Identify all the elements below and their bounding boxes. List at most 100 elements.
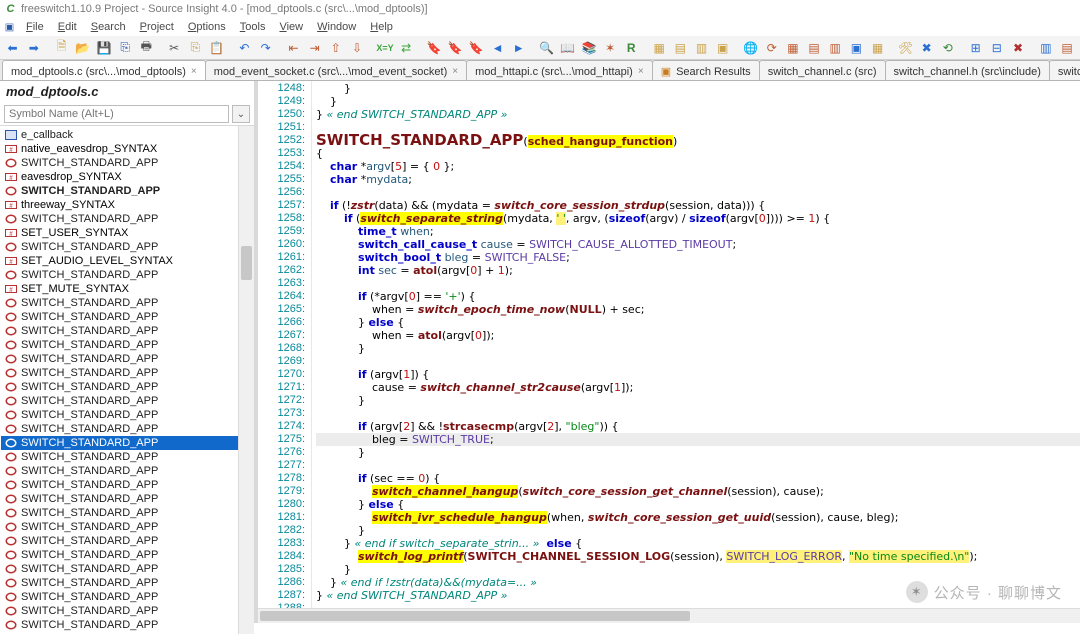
editor-h-scrollbar[interactable] (258, 608, 1080, 623)
menu-options[interactable]: Options (181, 20, 233, 34)
code-line[interactable]: if (!zstr(data) && (mydata = switch_core… (316, 199, 1080, 212)
menu-file[interactable]: File (19, 20, 51, 34)
symbol-list-item[interactable]: #SET_USER_SYNTAX (1, 226, 254, 240)
next-diff-button[interactable]: ► (509, 38, 528, 58)
code-content[interactable]: } } } « end SWITCH_STANDARD_APP » SWITCH_… (312, 81, 1080, 623)
code-line[interactable]: switch_ivr_schedule_hangup(when, switch_… (316, 511, 1080, 524)
browse-button[interactable]: 📚 (579, 38, 598, 58)
menu-search[interactable]: Search (84, 20, 133, 34)
sync-button[interactable]: ⟳ (762, 38, 781, 58)
menu-tools[interactable]: Tools (233, 20, 273, 34)
panel-b-button[interactable]: ▤ (671, 38, 690, 58)
symbol-list-item[interactable]: SWITCH_STANDARD_APP (1, 450, 254, 464)
open-book-button[interactable]: 📖 (558, 38, 577, 58)
symbol-list-item[interactable]: SWITCH_STANDARD_APP (1, 604, 254, 618)
compile-button[interactable]: 🛠 (896, 38, 915, 58)
document-tab[interactable]: mod_httapi.c (src\...\mod_httapi)× (466, 60, 653, 80)
panel-c-button[interactable]: ▥ (692, 38, 711, 58)
symbol-list-item[interactable]: #threeway_SYNTAX (1, 198, 254, 212)
symbol-list-item[interactable]: #eavesdrop_SYNTAX (1, 170, 254, 184)
document-tab[interactable]: mod_dptools.c (src\...\mod_dptools)× (2, 60, 206, 80)
menu-edit[interactable]: Edit (51, 20, 84, 34)
symbol-list-item[interactable]: SWITCH_STANDARD_APP (1, 184, 254, 198)
code-line[interactable]: cause = switch_channel_str2cause(argv[1]… (316, 381, 1080, 394)
code-editor[interactable]: 1248:1249:1250:1251:1252:1253:1254:1255:… (258, 81, 1080, 623)
code-line[interactable]: when = atol(argv[0]); (316, 329, 1080, 342)
code-line[interactable]: } (316, 95, 1080, 108)
code-line[interactable]: if (argv[2] && !strcasecmp(argv[2], "ble… (316, 420, 1080, 433)
ext-a-button[interactable]: ▥ (1036, 38, 1055, 58)
symbol-list-item[interactable]: SWITCH_STANDARD_APP (1, 464, 254, 478)
symbol-list-item[interactable]: SWITCH_STANDARD_APP (1, 520, 254, 534)
symbol-list-item[interactable]: SWITCH_STANDARD_APP (1, 506, 254, 520)
code-line[interactable] (316, 407, 1080, 420)
ext-b-button[interactable]: ▤ (1057, 38, 1076, 58)
symbol-list-item[interactable]: SWITCH_STANDARD_APP (1, 310, 254, 324)
symbol-list-item[interactable]: SWITCH_STANDARD_APP (1, 576, 254, 590)
cut-button[interactable]: ✂ (165, 38, 184, 58)
code-line[interactable] (316, 355, 1080, 368)
document-tab[interactable]: mod_event_socket.c (src\...\mod_event_so… (205, 60, 467, 80)
document-tab[interactable]: switch_console.h (src\inclu (1049, 60, 1080, 80)
tile-v-button[interactable]: ⊟ (987, 38, 1006, 58)
undo-button[interactable]: ↶ (235, 38, 254, 58)
document-tab[interactable]: switch_channel.c (src) (759, 60, 886, 80)
menu-project[interactable]: Project (133, 20, 181, 34)
code-line[interactable]: SWITCH_STANDARD_APP(sched_hangup_functio… (316, 134, 1080, 147)
symbol-list-item[interactable]: SWITCH_STANDARD_APP (1, 478, 254, 492)
code-line[interactable]: if (*argv[0] == '+') { (316, 290, 1080, 303)
toggle-ref-button[interactable]: ⇄ (397, 38, 416, 58)
code-line[interactable]: char *mydata; (316, 173, 1080, 186)
code-line[interactable]: if (switch_separate_string(mydata, ' ', … (316, 212, 1080, 225)
menu-help[interactable]: Help (363, 20, 400, 34)
code-line[interactable]: } (316, 82, 1080, 95)
symbol-list-item[interactable]: SWITCH_STANDARD_APP (1, 408, 254, 422)
proj-c-button[interactable]: ▥ (826, 38, 845, 58)
code-line[interactable]: } « end if !zstr(data)&&(mydata=... » (316, 576, 1080, 589)
reparse-button[interactable]: ⟲ (938, 38, 957, 58)
symbol-list-item[interactable]: #SET_MUTE_SYNTAX (1, 282, 254, 296)
nav-back-button[interactable]: ⬅ (3, 38, 22, 58)
symbol-list-item[interactable]: SWITCH_STANDARD_APP (1, 422, 254, 436)
symbol-list-item[interactable]: SWITCH_STANDARD_APP (1, 240, 254, 254)
code-line[interactable]: } (316, 563, 1080, 576)
symbol-list-item[interactable]: SWITCH_STANDARD_APP (1, 590, 254, 604)
bookmark-a-button[interactable]: 🔖 (425, 38, 444, 58)
symbol-list-item[interactable]: SWITCH_STANDARD_APP (1, 296, 254, 310)
code-line[interactable]: } else { (316, 316, 1080, 329)
code-line[interactable]: } « end if switch_separate_strin... » el… (316, 537, 1080, 550)
symbol-search-input[interactable] (4, 105, 229, 123)
symbol-list[interactable]: e_callback#native_eavesdrop_SYNTAXSWITCH… (0, 126, 254, 634)
code-line[interactable]: time_t when; (316, 225, 1080, 238)
save-all-button[interactable]: ⎘ (116, 38, 135, 58)
symbol-list-item[interactable]: SWITCH_STANDARD_APP (1, 212, 254, 226)
code-line[interactable]: } (316, 446, 1080, 459)
prev-diff-button[interactable]: ◄ (488, 38, 507, 58)
symbol-list-item[interactable]: SWITCH_STANDARD_APP (1, 394, 254, 408)
menu-window[interactable]: Window (310, 20, 363, 34)
document-tab[interactable]: ▣Search Results (652, 60, 760, 80)
panel-a-button[interactable]: ▦ (650, 38, 669, 58)
symbol-list-item[interactable]: SWITCH_STANDARD_APP (1, 338, 254, 352)
toggle-sym-button[interactable]: X=Y (375, 38, 394, 58)
code-line[interactable]: char *argv[5] = { 0 }; (316, 160, 1080, 173)
copy-button[interactable]: ⎘ (186, 38, 205, 58)
code-line[interactable]: } else { (316, 498, 1080, 511)
indent-left-button[interactable]: ⇤ (284, 38, 303, 58)
code-line[interactable]: int sec = atol(argv[0] + 1); (316, 264, 1080, 277)
symbol-list-item[interactable]: SWITCH_STANDARD_APP (1, 534, 254, 548)
symbol-list-item[interactable]: SWITCH_STANDARD_APP (1, 380, 254, 394)
symbol-list-item[interactable]: SWITCH_STANDARD_APP (1, 324, 254, 338)
stop-button[interactable]: ✖ (917, 38, 936, 58)
tab-close-icon[interactable]: × (452, 66, 458, 77)
symbol-list-item[interactable]: SWITCH_STANDARD_APP (1, 548, 254, 562)
code-line[interactable] (316, 459, 1080, 472)
code-line[interactable]: } (316, 342, 1080, 355)
code-line[interactable]: } « end SWITCH_STANDARD_APP » (316, 589, 1080, 602)
proj-e-button[interactable]: ▦ (868, 38, 887, 58)
code-line[interactable]: switch_bool_t bleg = SWITCH_FALSE; (316, 251, 1080, 264)
proj-d-button[interactable]: ▣ (847, 38, 866, 58)
bookmark-b-button[interactable]: 🔖 (446, 38, 465, 58)
ref-tree-button[interactable]: R (622, 38, 641, 58)
symbol-list-item[interactable]: SWITCH_STANDARD_APP (1, 492, 254, 506)
